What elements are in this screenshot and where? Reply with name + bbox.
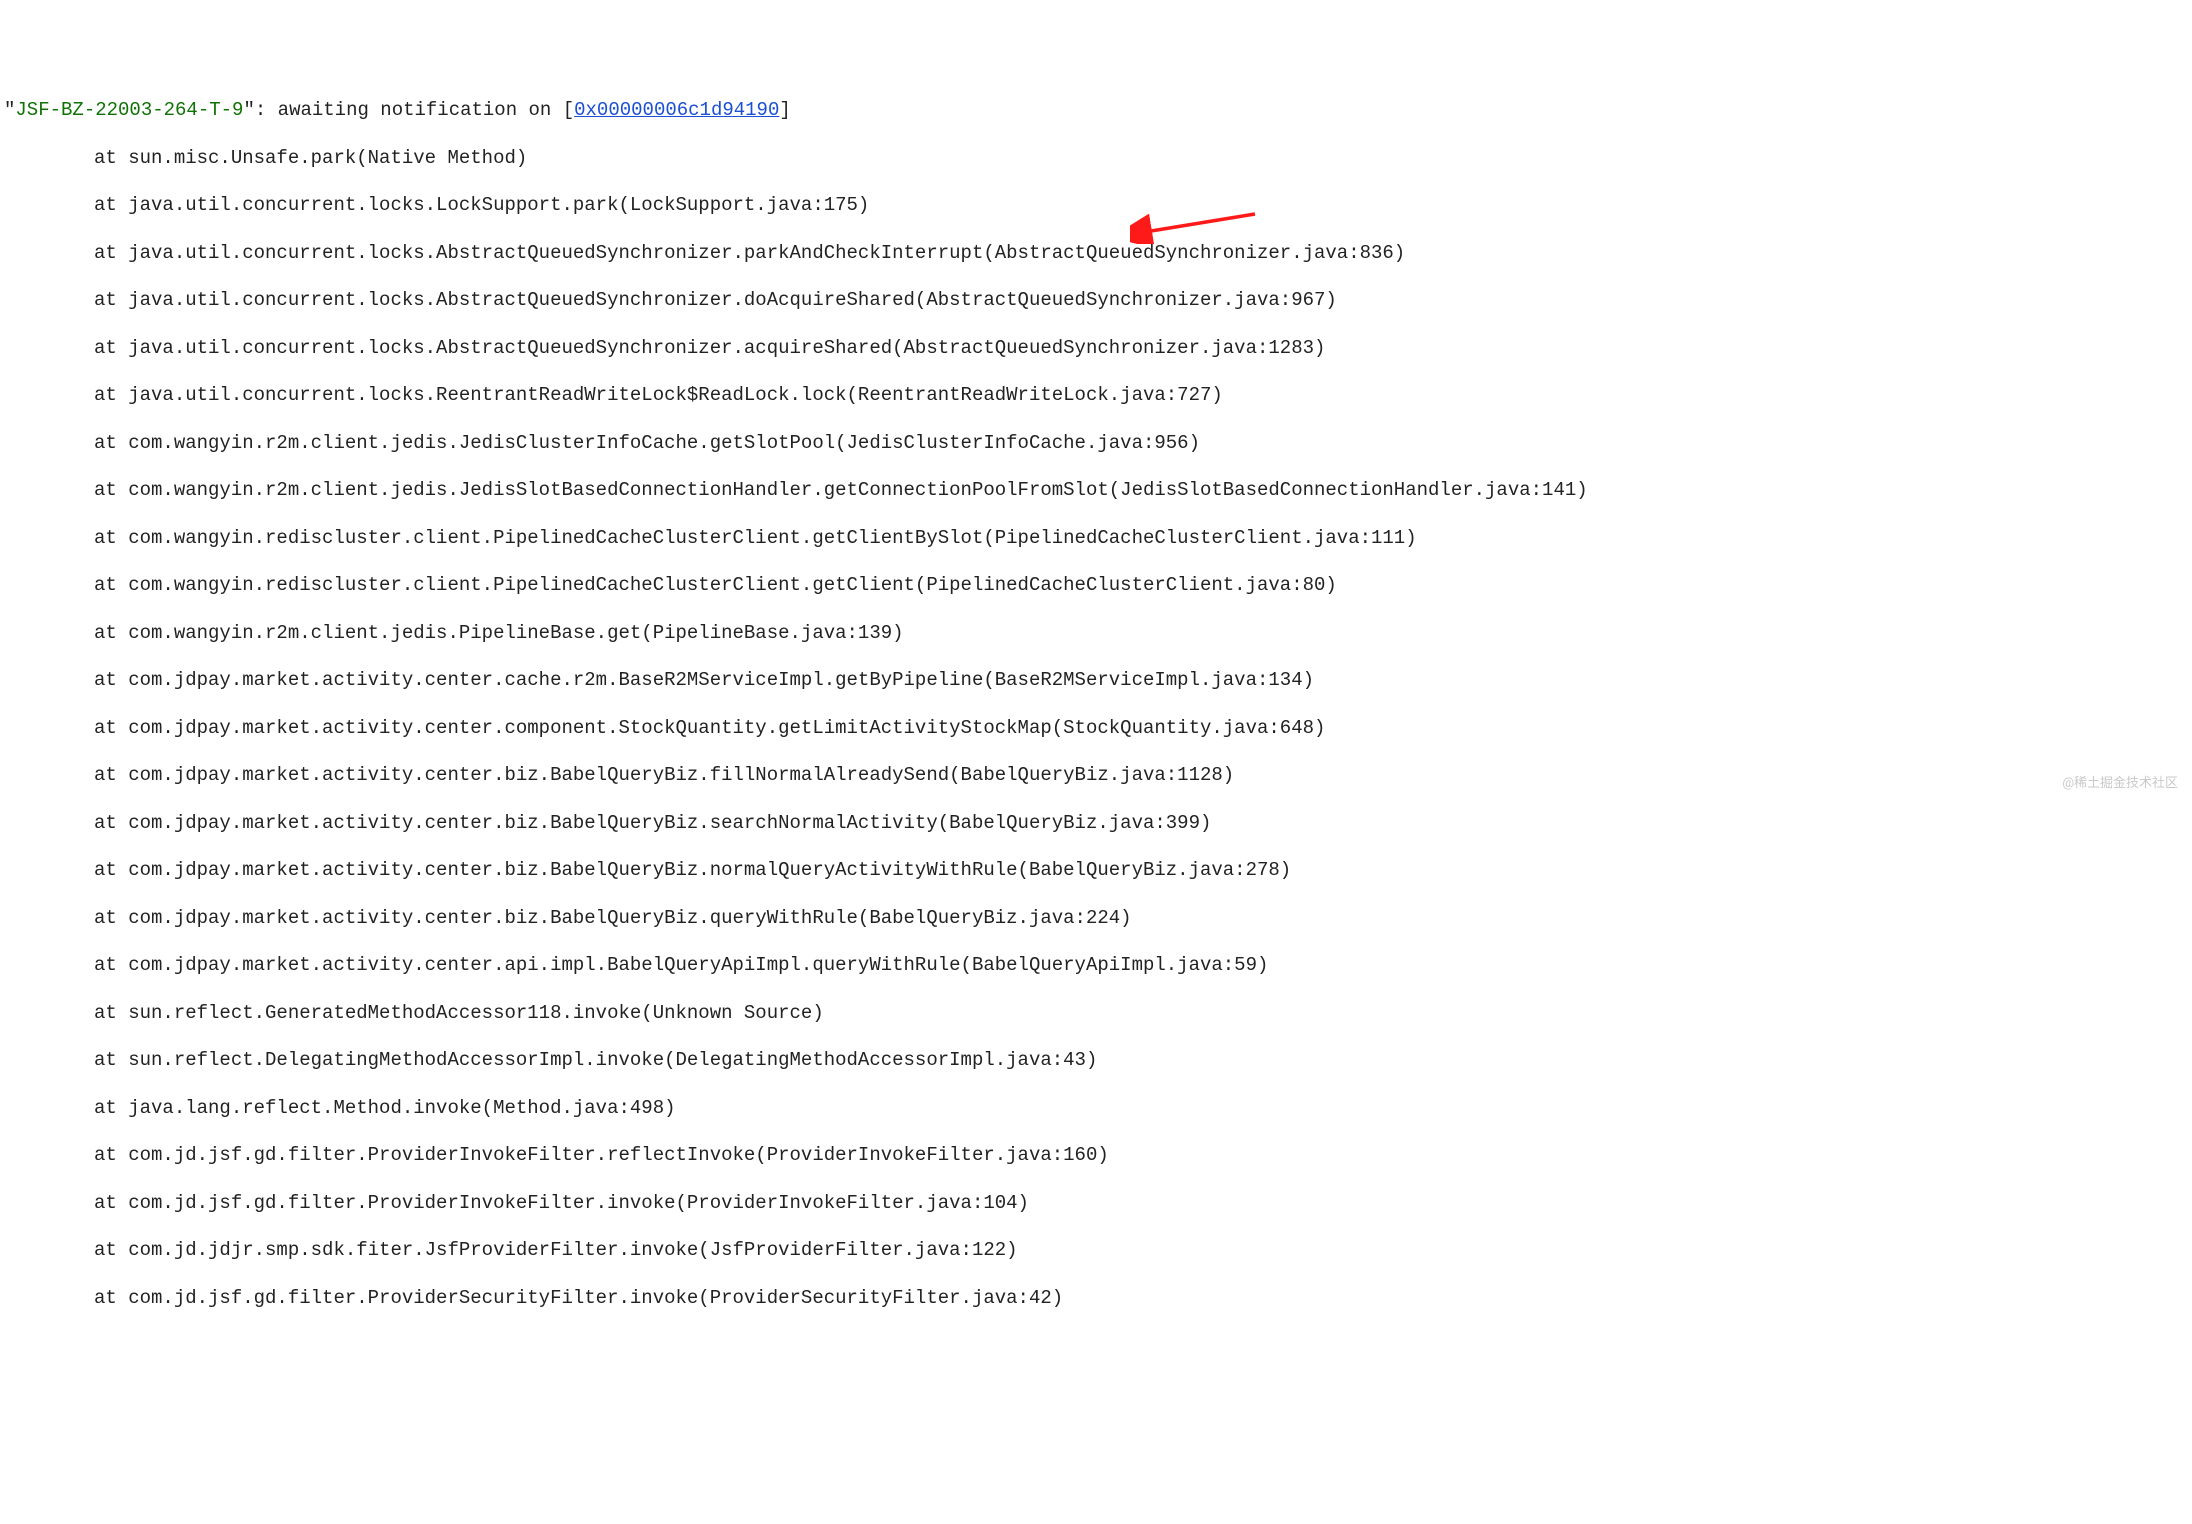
stack-frame: at com.jd.jsf.gd.filter.ProviderInvokeFi… <box>4 1144 2188 1168</box>
monitor-address-link[interactable]: 0x00000006c1d94190 <box>574 99 779 121</box>
stack-frame: at java.lang.reflect.Method.invoke(Metho… <box>4 1097 2188 1121</box>
stack-frame: at sun.reflect.GeneratedMethodAccessor11… <box>4 1002 2188 1026</box>
stack-frame: at com.jdpay.market.activity.center.biz.… <box>4 812 2188 836</box>
stack-frame: at com.jd.jdjr.smp.sdk.fiter.JsfProvider… <box>4 1239 2188 1263</box>
stack-frame: at com.wangyin.rediscluster.client.Pipel… <box>4 574 2188 598</box>
quote-open: " <box>4 99 15 121</box>
stack-frame: at java.util.concurrent.locks.AbstractQu… <box>4 242 2188 266</box>
stack-frame: at java.util.concurrent.locks.AbstractQu… <box>4 337 2188 361</box>
stack-frame: at com.jdpay.market.activity.center.api.… <box>4 954 2188 978</box>
stack-frame: at com.wangyin.rediscluster.client.Pipel… <box>4 527 2188 551</box>
thread-status-text: awaiting notification on [ <box>278 99 574 121</box>
stack-frame: at sun.reflect.DelegatingMethodAccessorI… <box>4 1049 2188 1073</box>
stack-frame: at com.jdpay.market.activity.center.cach… <box>4 669 2188 693</box>
stack-frame-highlighted: at com.wangyin.r2m.client.jedis.JedisClu… <box>4 432 2188 456</box>
stack-frame: at java.util.concurrent.locks.AbstractQu… <box>4 289 2188 313</box>
stack-frame: at com.jdpay.market.activity.center.biz.… <box>4 907 2188 931</box>
stack-frame: at sun.misc.Unsafe.park(Native Method) <box>4 147 2188 171</box>
quote-close: ": <box>243 99 277 121</box>
stack-frame: at com.jdpay.market.activity.center.biz.… <box>4 859 2188 883</box>
stack-frame: at com.jd.jsf.gd.filter.ProviderSecurity… <box>4 1287 2188 1311</box>
stack-frame: at java.util.concurrent.locks.LockSuppor… <box>4 194 2188 218</box>
stack-frame: at com.wangyin.r2m.client.jedis.Pipeline… <box>4 622 2188 646</box>
stack-frame: at com.jd.jsf.gd.filter.ProviderInvokeFi… <box>4 1192 2188 1216</box>
close-bracket: ] <box>779 99 790 121</box>
stack-frame: at com.jdpay.market.activity.center.biz.… <box>4 764 2188 788</box>
thread-header: "JSF-BZ-22003-264-T-9": awaiting notific… <box>4 99 2188 123</box>
stack-frame: at com.wangyin.r2m.client.jedis.JedisSlo… <box>4 479 2188 503</box>
thread-name: JSF-BZ-22003-264-T-9 <box>15 99 243 121</box>
watermark: @稀土掘金技术社区 <box>2062 776 2178 792</box>
stack-frame: at com.jdpay.market.activity.center.comp… <box>4 717 2188 741</box>
stack-frame: at java.util.concurrent.locks.ReentrantR… <box>4 384 2188 408</box>
